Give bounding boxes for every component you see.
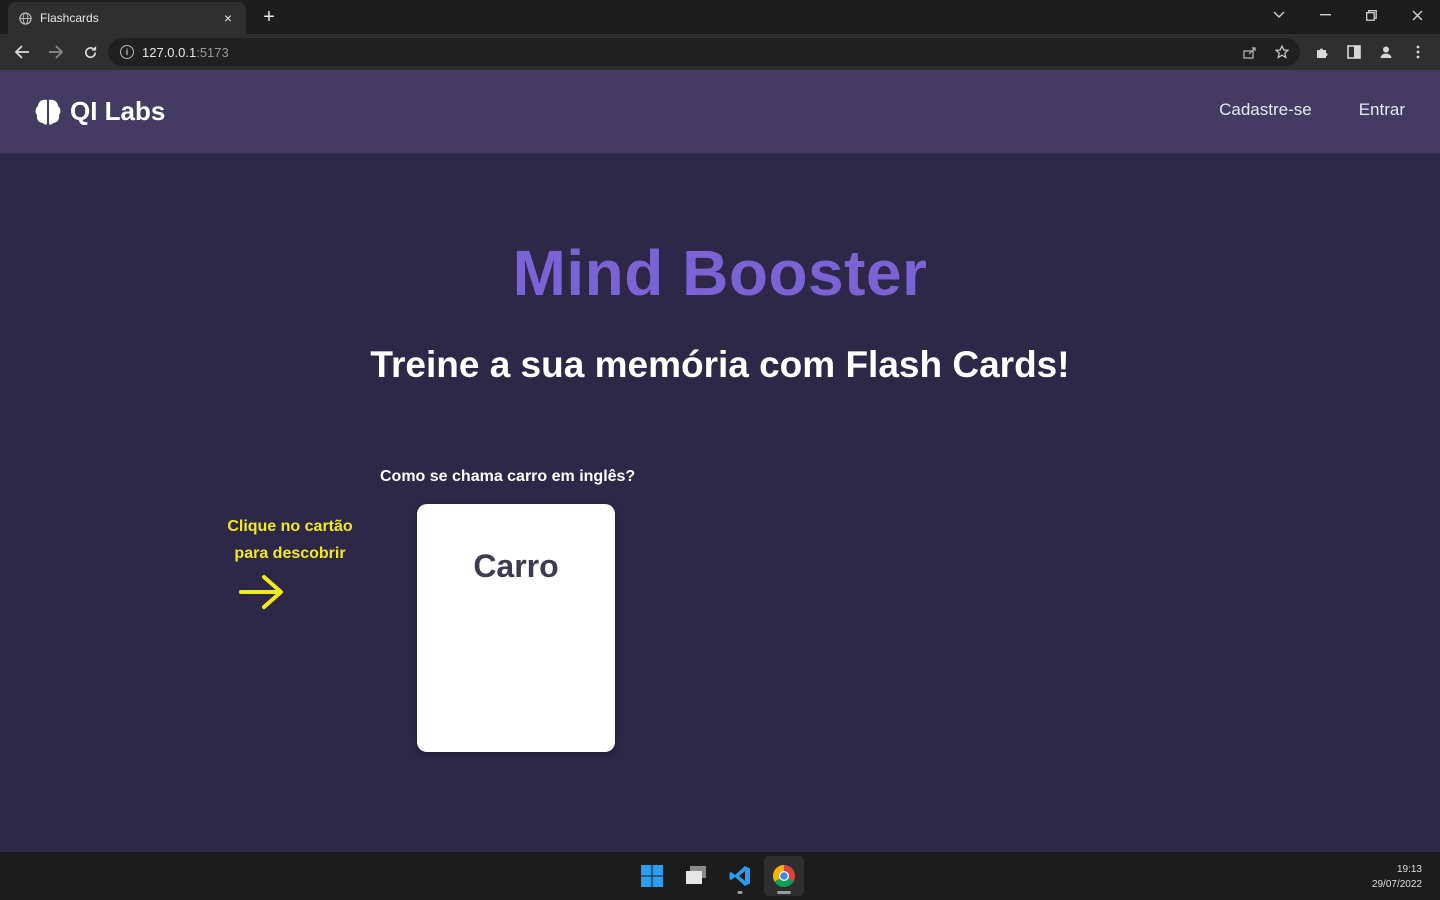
minimize-icon[interactable] [1302, 0, 1348, 30]
close-tab-icon[interactable]: × [220, 10, 236, 26]
windows-start-icon[interactable] [632, 856, 672, 896]
flashcard[interactable]: Carro [417, 504, 615, 752]
click-hint: Clique no cartão para descobrir [215, 513, 365, 567]
arrow-right-icon [239, 575, 283, 609]
restore-icon[interactable] [1348, 0, 1394, 30]
forward-icon[interactable] [40, 38, 72, 66]
tab-title: Flashcards [40, 11, 99, 25]
page-title: Mind Booster [512, 237, 928, 309]
header-nav: Cadastre-se Entrar [1219, 100, 1405, 120]
task-view-icon[interactable] [676, 856, 716, 896]
login-link[interactable]: Entrar [1359, 100, 1405, 120]
address-bar[interactable]: i 127.0.0.1 :5173 [108, 38, 1300, 66]
click-hint-line-1: Clique no cartão [227, 518, 353, 535]
reload-icon[interactable] [74, 38, 106, 66]
side-panel-icon[interactable] [1340, 38, 1368, 66]
page-subtitle: Treine a sua memória com Flash Cards! [370, 344, 1070, 385]
profile-icon[interactable] [1372, 38, 1400, 66]
brand-logo[interactable]: QI Labs [34, 96, 165, 127]
extensions-icon[interactable] [1308, 38, 1336, 66]
os-taskbar: 19:13 29/07/2022 [0, 852, 1440, 900]
flashcard-question: Como se chama carro em inglês? [380, 468, 636, 485]
flashcard-word: Carro [473, 548, 559, 584]
tab-search-icon[interactable] [1256, 0, 1302, 30]
url-host: 127.0.0.1 [142, 44, 197, 60]
brain-icon [35, 99, 61, 125]
globe-icon [18, 11, 32, 25]
system-clock[interactable]: 19:13 29/07/2022 [1372, 862, 1422, 892]
bookmark-star-icon[interactable] [1270, 40, 1294, 64]
browser-tab[interactable]: Flashcards × [8, 2, 246, 34]
back-icon[interactable] [6, 38, 38, 66]
browser-tab-bar: Flashcards × + [0, 0, 1440, 34]
click-hint-line-2: para descobrir [234, 545, 346, 562]
new-tab-button[interactable]: + [258, 6, 280, 28]
active-app-indicator [777, 891, 791, 894]
share-icon[interactable] [1238, 40, 1262, 64]
app-header: QI Labs Cadastre-se Entrar [0, 70, 1440, 153]
window-controls [1256, 0, 1440, 30]
clock-date: 29/07/2022 [1371, 879, 1422, 890]
close-window-icon[interactable] [1394, 0, 1440, 30]
clock-time: 19:13 [1396, 864, 1422, 875]
site-info-icon[interactable]: i [120, 45, 134, 59]
url-port: :5173 [196, 44, 229, 60]
browser-toolbar: i 127.0.0.1 :5173 [0, 34, 1440, 70]
signup-link[interactable]: Cadastre-se [1219, 100, 1312, 120]
menu-kebab-icon[interactable] [1404, 38, 1432, 66]
chrome-icon[interactable] [764, 856, 804, 896]
brand-name: QI Labs [70, 96, 166, 126]
running-indicator [737, 891, 743, 894]
vscode-icon[interactable] [720, 856, 760, 896]
